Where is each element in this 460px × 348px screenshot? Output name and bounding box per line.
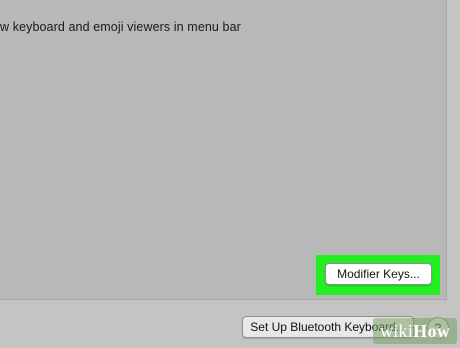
keyboard-preferences-window: w keyboard and emoji viewers in menu bar…: [0, 0, 460, 348]
wikihow-watermark: wiki How: [373, 318, 457, 344]
show-viewers-in-menu-bar-label[interactable]: w keyboard and emoji viewers in menu bar: [0, 20, 241, 34]
watermark-wiki: wiki: [379, 320, 414, 341]
watermark-how: How: [413, 320, 451, 341]
modifier-keys-button[interactable]: Modifier Keys...: [325, 263, 432, 285]
